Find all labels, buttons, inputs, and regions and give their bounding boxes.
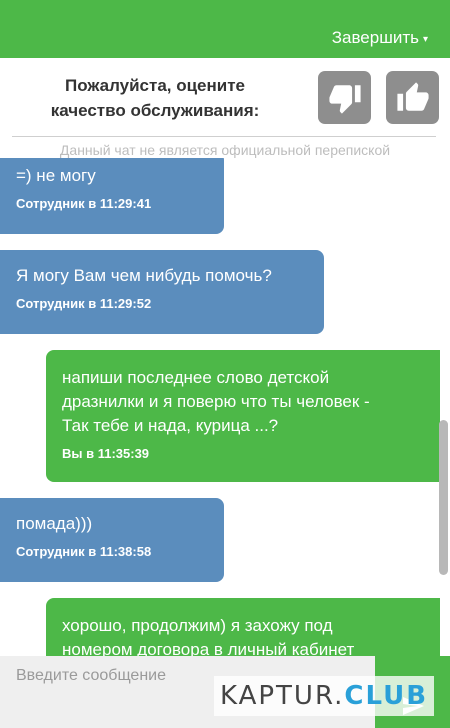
message-bubble-staff: =) не могу Сотрудник в 11:29:41 bbox=[0, 158, 224, 234]
message-bubble-staff: Я могу Вам чем нибудь помочь? Сотрудник … bbox=[0, 250, 324, 334]
message-bubble-user: хорошо, продолжим) я захожу под номером … bbox=[46, 598, 440, 656]
message-line: дразнилки и я поверю что ты человек - bbox=[62, 392, 370, 411]
message-bubble-user: напиши последнее слово детской дразнилки… bbox=[46, 350, 440, 482]
rating-panel: Пожалуйста, оцените качество обслуживани… bbox=[0, 58, 450, 136]
message-bubble-staff: помада))) Сотрудник в 11:38:58 bbox=[0, 498, 224, 582]
message-meta: Сотрудник в 11:29:41 bbox=[16, 196, 152, 211]
divider bbox=[12, 136, 436, 137]
message-line: номером договора в личный кабинет bbox=[62, 640, 355, 656]
message-text: =) не могу bbox=[16, 166, 96, 185]
rating-prompt-line2: качество обслуживания: bbox=[50, 101, 260, 120]
watermark-part2: CLUB bbox=[344, 681, 429, 711]
scrollbar-thumb[interactable] bbox=[439, 420, 448, 575]
message-text: напиши последнее слово детской дразнилки… bbox=[62, 366, 424, 438]
message-text: хорошо, продолжим) я захожу под номером … bbox=[62, 614, 424, 656]
chevron-down-icon: ▾ bbox=[422, 33, 428, 45]
message-line: Так тебе и нада, курица ...? bbox=[62, 416, 279, 435]
rating-prompt: Пожалуйста, оцените качество обслуживани… bbox=[20, 73, 290, 123]
rating-prompt-line1: Пожалуйста, оцените bbox=[64, 76, 246, 95]
thumbs-up-button[interactable] bbox=[386, 71, 439, 124]
chat-scrollbar[interactable] bbox=[439, 158, 448, 656]
finish-dropdown-button[interactable]: Завершить ▾ bbox=[332, 28, 428, 48]
thumbs-up-icon bbox=[396, 81, 429, 111]
message-meta: Вы в 11:35:39 bbox=[62, 446, 150, 461]
message-line: хорошо, продолжим) я захожу под bbox=[62, 616, 333, 635]
chat-header: Завершить ▾ bbox=[0, 0, 450, 58]
watermark-part1: KAPTUR. bbox=[219, 681, 345, 711]
message-text: Я могу Вам чем нибудь помочь? bbox=[16, 266, 272, 285]
watermark-logo: KAPTUR. CLUB bbox=[214, 676, 434, 716]
thumbs-down-icon bbox=[328, 84, 361, 114]
message-list[interactable]: =) не могу Сотрудник в 11:29:41 Я могу В… bbox=[0, 158, 450, 656]
message-meta: Сотрудник в 11:29:52 bbox=[16, 296, 152, 311]
message-line: напиши последнее слово детской bbox=[62, 368, 330, 387]
thumbs-down-button[interactable] bbox=[318, 71, 371, 124]
disclaimer-text: Данный чат не является официальной переп… bbox=[59, 142, 391, 158]
message-text: помада))) bbox=[16, 514, 93, 533]
message-meta: Сотрудник в 11:38:58 bbox=[16, 544, 152, 559]
finish-label: Завершить bbox=[331, 28, 419, 47]
